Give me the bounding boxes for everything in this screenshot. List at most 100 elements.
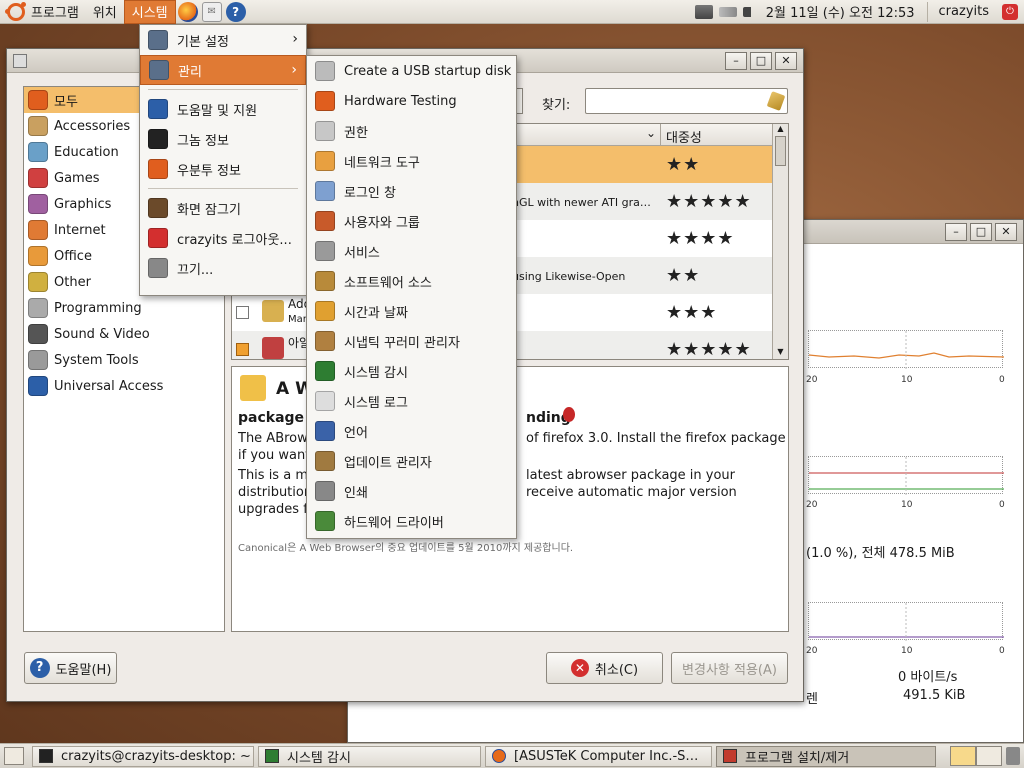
- maximize-icon[interactable]: □: [970, 222, 992, 241]
- category-item[interactable]: System Tools: [24, 347, 224, 373]
- user-switcher[interactable]: crazyits: [932, 0, 996, 24]
- admin-menu-item[interactable]: 로그인 창: [307, 176, 516, 206]
- volume-icon[interactable]: [742, 6, 755, 17]
- apply-changes-button[interactable]: 변경사항 적용(A): [671, 652, 788, 684]
- software-sources-icon: [315, 271, 335, 291]
- help-button[interactable]: ? 도움말(H): [24, 652, 117, 684]
- battery-icon[interactable]: [718, 6, 737, 17]
- submenu-arrow-icon: ›: [292, 31, 298, 47]
- system-menu-item[interactable]: 기본 설정 ›: [140, 25, 306, 55]
- category-label: Office: [54, 248, 92, 264]
- admin-menu-item[interactable]: 네트워크 도구: [307, 146, 516, 176]
- preferences-icon: [148, 30, 168, 50]
- keys-icon: [315, 121, 335, 141]
- system-menu[interactable]: 시스템: [123, 0, 176, 24]
- search-input[interactable]: [589, 90, 769, 112]
- admin-menu-item[interactable]: 시스템 로그: [307, 386, 516, 416]
- power-icon[interactable]: ⏻: [1002, 3, 1018, 20]
- package-install-checkbox[interactable]: [236, 306, 249, 319]
- admin-menu-item-label: 업데이트 관리자: [344, 455, 432, 471]
- workspace-1[interactable]: [950, 746, 976, 766]
- system-menu-item-label: 우분투 정보: [177, 163, 241, 179]
- games-icon: [28, 168, 48, 188]
- admin-menu-item[interactable]: 권한: [307, 116, 516, 146]
- category-item[interactable]: Sound & Video: [24, 321, 224, 347]
- system-menu-item[interactable]: 화면 잠그기: [140, 193, 306, 223]
- admin-menu-item[interactable]: 소프트웨어 소스: [307, 266, 516, 296]
- workspace-2[interactable]: [976, 746, 1002, 766]
- category-label: Accessories: [54, 118, 131, 134]
- admin-menu-item[interactable]: 시스템 감시: [307, 356, 516, 386]
- close-icon[interactable]: ✕: [775, 51, 797, 70]
- ubuntu-icon: [315, 91, 335, 111]
- admin-menu-item[interactable]: 업데이트 관리자: [307, 446, 516, 476]
- bottom-panel: crazyits@crazyits-desktop: ~ 시스템 감시 [ASU…: [0, 743, 1024, 768]
- task-terminal[interactable]: crazyits@crazyits-desktop: ~: [32, 745, 254, 767]
- system-menu-item[interactable]: 우분투 정보: [140, 154, 306, 184]
- places-menu[interactable]: 위치: [86, 0, 124, 24]
- clear-search-icon[interactable]: [766, 91, 786, 111]
- maximize-icon[interactable]: □: [750, 51, 772, 70]
- popularity-stars: ★★★★★: [666, 339, 752, 360]
- help-launcher-icon[interactable]: ?: [225, 1, 246, 22]
- admin-menu-item[interactable]: 시냅틱 꾸러미 관리자: [307, 326, 516, 356]
- popularity-column-header[interactable]: 대중성: [666, 127, 702, 146]
- printer-icon: [315, 481, 335, 501]
- network-total: 491.5 KiB: [903, 688, 966, 703]
- system-menu-item[interactable]: 관리 ›: [140, 55, 306, 85]
- package-description: using Likewise-Open: [512, 270, 626, 283]
- applications-menu[interactable]: 프로그램: [0, 0, 86, 24]
- system-menu-item[interactable]: 도움말 및 지원: [140, 94, 306, 124]
- trash-icon[interactable]: [1006, 747, 1020, 765]
- search-label: 찾기:: [542, 98, 571, 113]
- scroll-up-icon[interactable]: ▲: [773, 124, 788, 136]
- menu-separator: [148, 188, 298, 189]
- admin-menu-item-label: Hardware Testing: [344, 93, 457, 109]
- system-menu-item-label: 관리: [178, 64, 202, 80]
- package-install-checkbox[interactable]: [236, 343, 249, 356]
- firefox-icon: [492, 749, 506, 763]
- ubuntu-icon: [148, 159, 168, 179]
- admin-menu-item[interactable]: 시간과 날짜: [307, 296, 516, 326]
- system-menu-item[interactable]: 끄기...: [140, 253, 306, 283]
- cancel-button[interactable]: ✕ 취소(C): [546, 652, 663, 684]
- firefox-launcher-icon[interactable]: [177, 1, 198, 22]
- task-add-remove[interactable]: 프로그램 설치/제거: [716, 745, 936, 767]
- package-list-scrollbar[interactable]: ▲ ▼: [772, 124, 788, 359]
- admin-menu-item[interactable]: 하드웨어 드라이버: [307, 506, 516, 536]
- admin-menu-item-label: 시스템 로그: [344, 395, 408, 411]
- admin-menu-item[interactable]: 서비스: [307, 236, 516, 266]
- admin-menu-item[interactable]: Create a USB startup disk: [307, 56, 516, 86]
- network-icon[interactable]: [694, 4, 713, 19]
- minimize-icon[interactable]: –: [945, 222, 967, 241]
- system-menu-dropdown: 기본 설정 › 관리 › 도움말 및 지원 그놈 정보우분투 정보화면 잠그기 crazyi…: [139, 24, 307, 296]
- system-menu-item[interactable]: crazyits 로그아웃...: [140, 223, 306, 253]
- close-icon[interactable]: ✕: [995, 222, 1017, 241]
- mail-launcher-icon[interactable]: ✉: [201, 1, 222, 22]
- language-flag-icon: [315, 421, 335, 441]
- cancel-button-label: 취소(C): [594, 662, 639, 678]
- package-detail-subhead: package: [238, 410, 305, 426]
- submenu-arrow-icon: ›: [291, 62, 297, 78]
- admin-menu-item[interactable]: Hardware Testing: [307, 86, 516, 116]
- minimize-icon[interactable]: –: [725, 51, 747, 70]
- help-icon: ?: [29, 658, 50, 678]
- accessories-icon: [28, 116, 48, 136]
- sound-video-icon: [28, 324, 48, 344]
- package-icon: [262, 300, 284, 322]
- search-box[interactable]: [585, 88, 788, 114]
- network-graph: [808, 602, 1004, 641]
- task-system-monitor[interactable]: 시스템 감시: [258, 745, 481, 767]
- show-desktop-icon[interactable]: [4, 747, 24, 765]
- system-menu-item[interactable]: 그놈 정보: [140, 124, 306, 154]
- admin-menu-item[interactable]: 언어: [307, 416, 516, 446]
- category-item[interactable]: Programming: [24, 295, 224, 321]
- category-item[interactable]: Universal Access: [24, 373, 224, 399]
- clock[interactable]: 2월 11일 (수) 오전 12:53: [758, 2, 923, 21]
- task-firefox[interactable]: [ASUSTeK Computer Inc.-S…: [485, 745, 712, 767]
- admin-menu-item[interactable]: 사용자와 그룹: [307, 206, 516, 236]
- admin-menu-item[interactable]: 인쇄: [307, 476, 516, 506]
- scroll-down-icon[interactable]: ▼: [773, 347, 788, 359]
- system-menu-item-label: 기본 설정: [177, 34, 229, 50]
- scrollbar-thumb[interactable]: [775, 136, 786, 166]
